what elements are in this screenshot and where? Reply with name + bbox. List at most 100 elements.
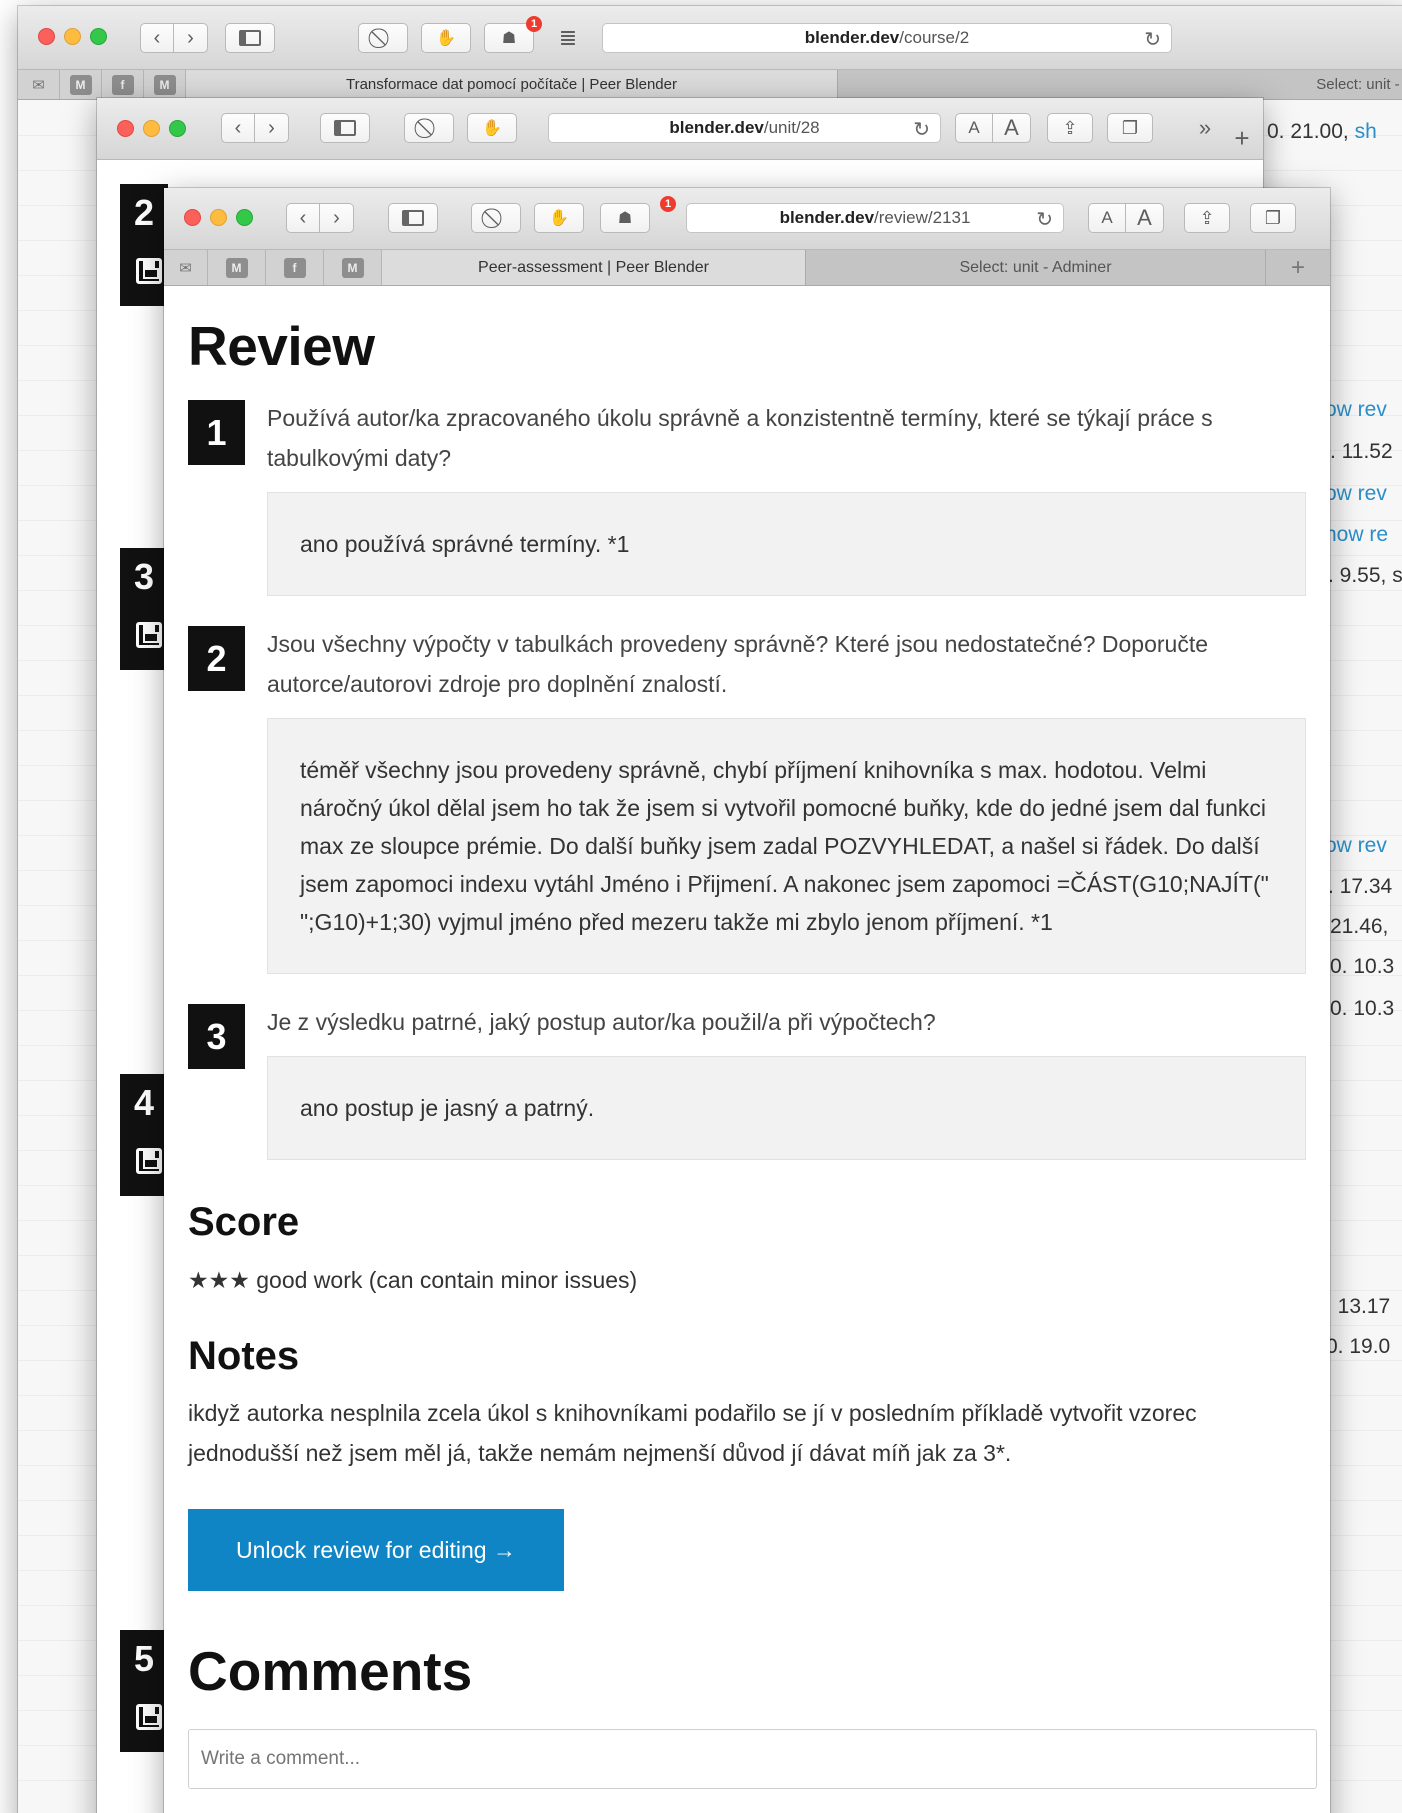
extension-button[interactable]: ✋ bbox=[421, 23, 471, 53]
url-path: /course/2 bbox=[899, 28, 970, 47]
question-text: Je z výsledku patrné, jaký postup autor/… bbox=[267, 1009, 936, 1035]
answer-box: ano používá správné termíny. *1 bbox=[267, 492, 1306, 596]
chevron-right-icon: › bbox=[268, 116, 275, 139]
question-number: 2 bbox=[188, 626, 245, 691]
sidebar-button[interactable] bbox=[388, 203, 438, 233]
tab-adminer[interactable]: Select: unit - Adminer bbox=[806, 250, 1266, 285]
side-snippet: . 9.55, s bbox=[1328, 564, 1402, 587]
new-tab-button[interactable]: + bbox=[1227, 123, 1257, 153]
tab-title: Select: unit - Adminer bbox=[959, 258, 1112, 276]
new-tab-button[interactable]: + bbox=[1266, 250, 1330, 285]
side-snippet: 0. 10.3 bbox=[1330, 997, 1395, 1020]
floppy-icon[interactable] bbox=[136, 258, 162, 284]
chevron-right-icon: › bbox=[187, 26, 194, 49]
reader-button[interactable]: ≣ bbox=[548, 23, 588, 53]
snippet-link[interactable]: ow rev bbox=[1325, 398, 1387, 421]
comment-input[interactable] bbox=[188, 1729, 1317, 1789]
text-large-label: A bbox=[1004, 115, 1019, 140]
pinned-tab-m2[interactable]: M bbox=[144, 70, 186, 99]
unlock-review-button[interactable]: Unlock review for editing → bbox=[188, 1509, 564, 1591]
question-text: Jsou všechny výpočty v tabulkách provede… bbox=[267, 631, 1209, 697]
close-button[interactable] bbox=[38, 28, 55, 45]
text-large-label: A bbox=[1137, 205, 1152, 230]
sidebar-button[interactable] bbox=[225, 23, 275, 53]
reload-icon[interactable]: ↻ bbox=[913, 117, 930, 142]
zoom-button[interactable] bbox=[169, 120, 186, 137]
tab-title: Transformace dat pomocí počítače | Peer … bbox=[345, 76, 677, 93]
address-bar[interactable]: blender.dev/course/2 ↻ bbox=[602, 23, 1172, 53]
tabs-button[interactable]: ❐ bbox=[1250, 203, 1296, 233]
zoom-button[interactable] bbox=[236, 209, 253, 226]
share-button[interactable]: ⇪ bbox=[1047, 113, 1093, 143]
mail-icon: ✉ bbox=[32, 76, 45, 94]
notification-badge: 1 bbox=[660, 196, 676, 212]
url-path: /unit/28 bbox=[763, 118, 820, 137]
pinned-tab-m2[interactable]: M bbox=[324, 250, 382, 285]
pinned-tab-m1[interactable]: M bbox=[208, 250, 266, 285]
text-larger-button[interactable]: A bbox=[1126, 203, 1164, 233]
url-domain: blender.dev bbox=[779, 208, 875, 227]
unit-block: 4 bbox=[120, 1074, 168, 1196]
chevron-left-icon: ‹ bbox=[234, 116, 242, 139]
side-snippet: . 13.17 bbox=[1326, 1295, 1391, 1318]
tabs-button[interactable]: ❐ bbox=[1107, 113, 1153, 143]
snippet-link[interactable]: ow rev bbox=[1325, 482, 1387, 506]
snippet-link[interactable]: sh bbox=[1355, 120, 1377, 143]
text-smaller-button[interactable]: A bbox=[955, 113, 993, 143]
pinned-tab-mail[interactable]: ✉ bbox=[164, 250, 208, 285]
close-button[interactable] bbox=[184, 209, 201, 226]
floppy-icon[interactable] bbox=[136, 1148, 162, 1174]
reload-icon[interactable]: ↻ bbox=[1144, 27, 1161, 52]
extension-button[interactable]: ✋ bbox=[467, 113, 517, 143]
pinned-tab-m1[interactable]: M bbox=[60, 70, 102, 99]
sidebar-button[interactable] bbox=[320, 113, 370, 143]
floppy-icon[interactable] bbox=[136, 1704, 162, 1730]
text-larger-button[interactable]: A bbox=[993, 113, 1031, 143]
address-bar[interactable]: blender.dev/unit/28 ↻ bbox=[548, 113, 941, 143]
side-snippet: 0. 19.0 bbox=[1326, 1335, 1391, 1358]
side-snippet: 21.46, bbox=[1330, 915, 1389, 938]
minimize-button[interactable] bbox=[210, 209, 227, 226]
minimize-button[interactable] bbox=[143, 120, 160, 137]
ghostery-button[interactable]: ☗ bbox=[600, 203, 650, 233]
back-button[interactable]: ‹ bbox=[286, 203, 320, 233]
tab-adminer[interactable]: Select: unit - A bbox=[838, 70, 1402, 99]
text-smaller-button[interactable]: A bbox=[1088, 203, 1126, 233]
snippet-link[interactable]: how re bbox=[1325, 523, 1388, 547]
forward-button[interactable]: › bbox=[174, 23, 208, 53]
minimize-button[interactable] bbox=[64, 28, 81, 45]
score-heading: Score bbox=[188, 1200, 300, 1244]
snippet-link[interactable]: ow rev bbox=[1325, 834, 1387, 858]
forward-button[interactable]: › bbox=[320, 203, 354, 233]
pinned-tab-mail[interactable]: ✉ bbox=[18, 70, 60, 99]
reload-icon[interactable]: ↻ bbox=[1036, 207, 1053, 232]
ghost-icon: ☗ bbox=[617, 210, 633, 227]
chevron-left-icon: ‹ bbox=[153, 26, 161, 49]
comments-title: Comments bbox=[188, 1640, 473, 1702]
window-controls bbox=[117, 120, 186, 137]
tab-peer-assessment[interactable]: Peer-assessment | Peer Blender bbox=[382, 250, 806, 285]
floppy-icon[interactable] bbox=[136, 622, 162, 648]
page-title: Review bbox=[188, 315, 375, 377]
extension-button[interactable]: ✋ bbox=[534, 203, 584, 233]
pinned-tab-facebook[interactable]: f bbox=[102, 70, 144, 99]
close-button[interactable] bbox=[117, 120, 134, 137]
review-page: Review 1 Používá autor/ka zpracovaného ú… bbox=[164, 286, 1330, 1813]
block-number: 5 bbox=[134, 1638, 155, 1679]
block-button[interactable]: ⃠ bbox=[471, 203, 521, 233]
share-button[interactable]: ⇪ bbox=[1184, 203, 1230, 233]
forward-button[interactable]: › bbox=[255, 113, 289, 143]
back-button[interactable]: ‹ bbox=[221, 113, 255, 143]
answer-box: téměř všechny jsou provedeny správně, ch… bbox=[267, 718, 1306, 974]
tab-course[interactable]: Transformace dat pomocí počítače | Peer … bbox=[186, 70, 838, 99]
question-block: 2 Jsou všechny výpočty v tabulkách prove… bbox=[188, 624, 1306, 974]
address-bar[interactable]: blender.dev/review/2131 ↻ bbox=[686, 203, 1064, 233]
sidebar-icon bbox=[402, 210, 424, 226]
pinned-tab-facebook[interactable]: f bbox=[266, 250, 324, 285]
overflow-button[interactable]: » bbox=[1190, 113, 1220, 143]
url-path: /review/2131 bbox=[874, 208, 971, 227]
zoom-button[interactable] bbox=[90, 28, 107, 45]
block-button[interactable]: ⃠ bbox=[358, 23, 408, 53]
back-button[interactable]: ‹ bbox=[140, 23, 174, 53]
block-button[interactable]: ⃠ bbox=[404, 113, 454, 143]
